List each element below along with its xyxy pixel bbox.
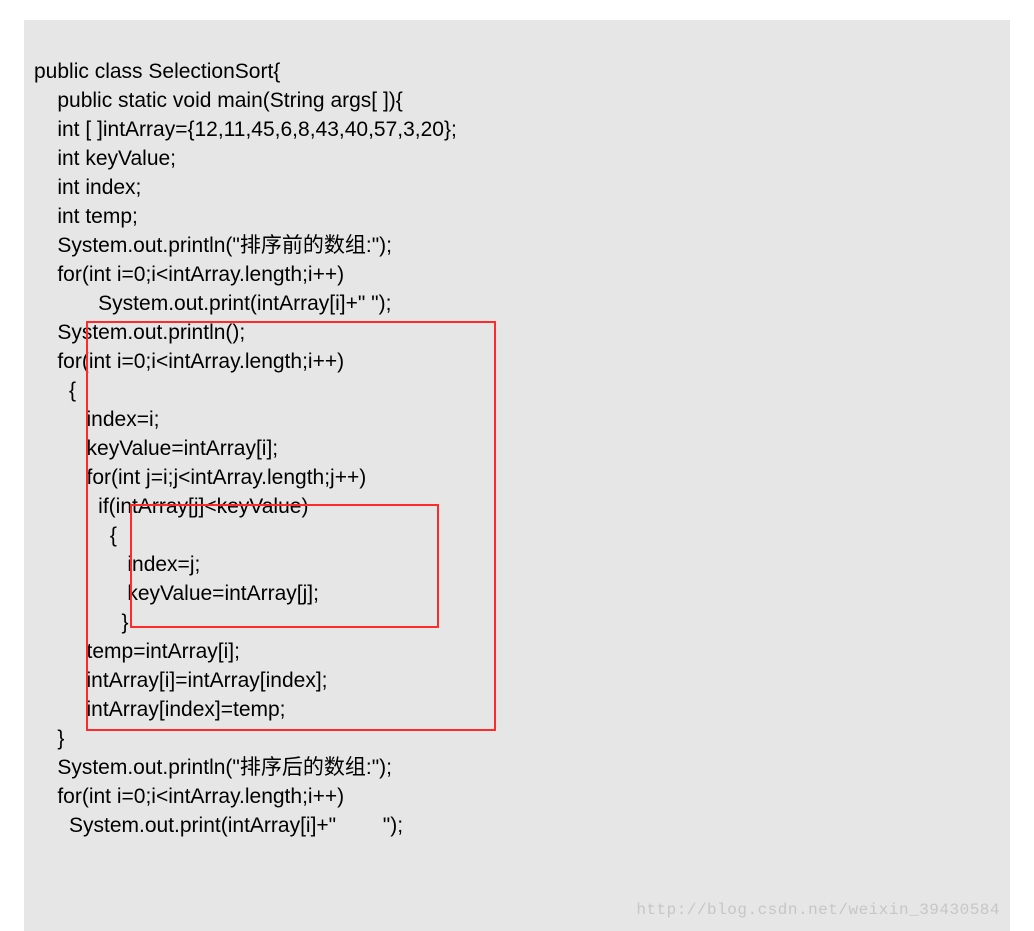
code-line: int keyValue; — [34, 147, 176, 170]
code-line: public class SelectionSort{ — [34, 60, 280, 83]
code-line: if(intArray[j]<keyValue) — [34, 495, 308, 518]
code-line: for(int i=0;i<intArray.length;i++) — [34, 350, 344, 373]
code-line: for(int j=i;j<intArray.length;j++) — [34, 466, 366, 489]
code-block: public class SelectionSort{ public stati… — [24, 20, 1010, 931]
code-line: keyValue=intArray[i]; — [34, 437, 278, 460]
code-line: int [ ]intArray={12,11,45,6,8,43,40,57,3… — [34, 118, 457, 141]
code-line: } — [34, 727, 64, 750]
code-line: index=i; — [34, 408, 159, 431]
code-line: System.out.print(intArray[i]+" "); — [34, 814, 403, 837]
code-line: System.out.println("排序后的数组:"); — [34, 756, 392, 779]
code-line: public static void main(String args[ ]){ — [34, 89, 403, 112]
code-line: System.out.println(); — [34, 321, 245, 344]
code-line: temp=intArray[i]; — [34, 640, 240, 663]
code-line: keyValue=intArray[j]; — [34, 582, 319, 605]
code-line: } — [34, 611, 129, 634]
code-line: intArray[index]=temp; — [34, 698, 286, 721]
code-line: int temp; — [34, 205, 138, 228]
code-line: System.out.print(intArray[i]+" "); — [34, 292, 391, 315]
code-line: index=j; — [34, 553, 200, 576]
code-line: intArray[i]=intArray[index]; — [34, 669, 328, 692]
code-line: System.out.println("排序前的数组:"); — [34, 234, 392, 257]
code-line: int index; — [34, 176, 141, 199]
code-line: for(int i=0;i<intArray.length;i++) — [34, 263, 344, 286]
code-line: { — [34, 379, 76, 402]
code-line: for(int i=0;i<intArray.length;i++) — [34, 785, 344, 808]
code-line: { — [34, 524, 117, 547]
watermark-text: http://blog.csdn.net/weixin_39430584 — [636, 896, 1000, 925]
